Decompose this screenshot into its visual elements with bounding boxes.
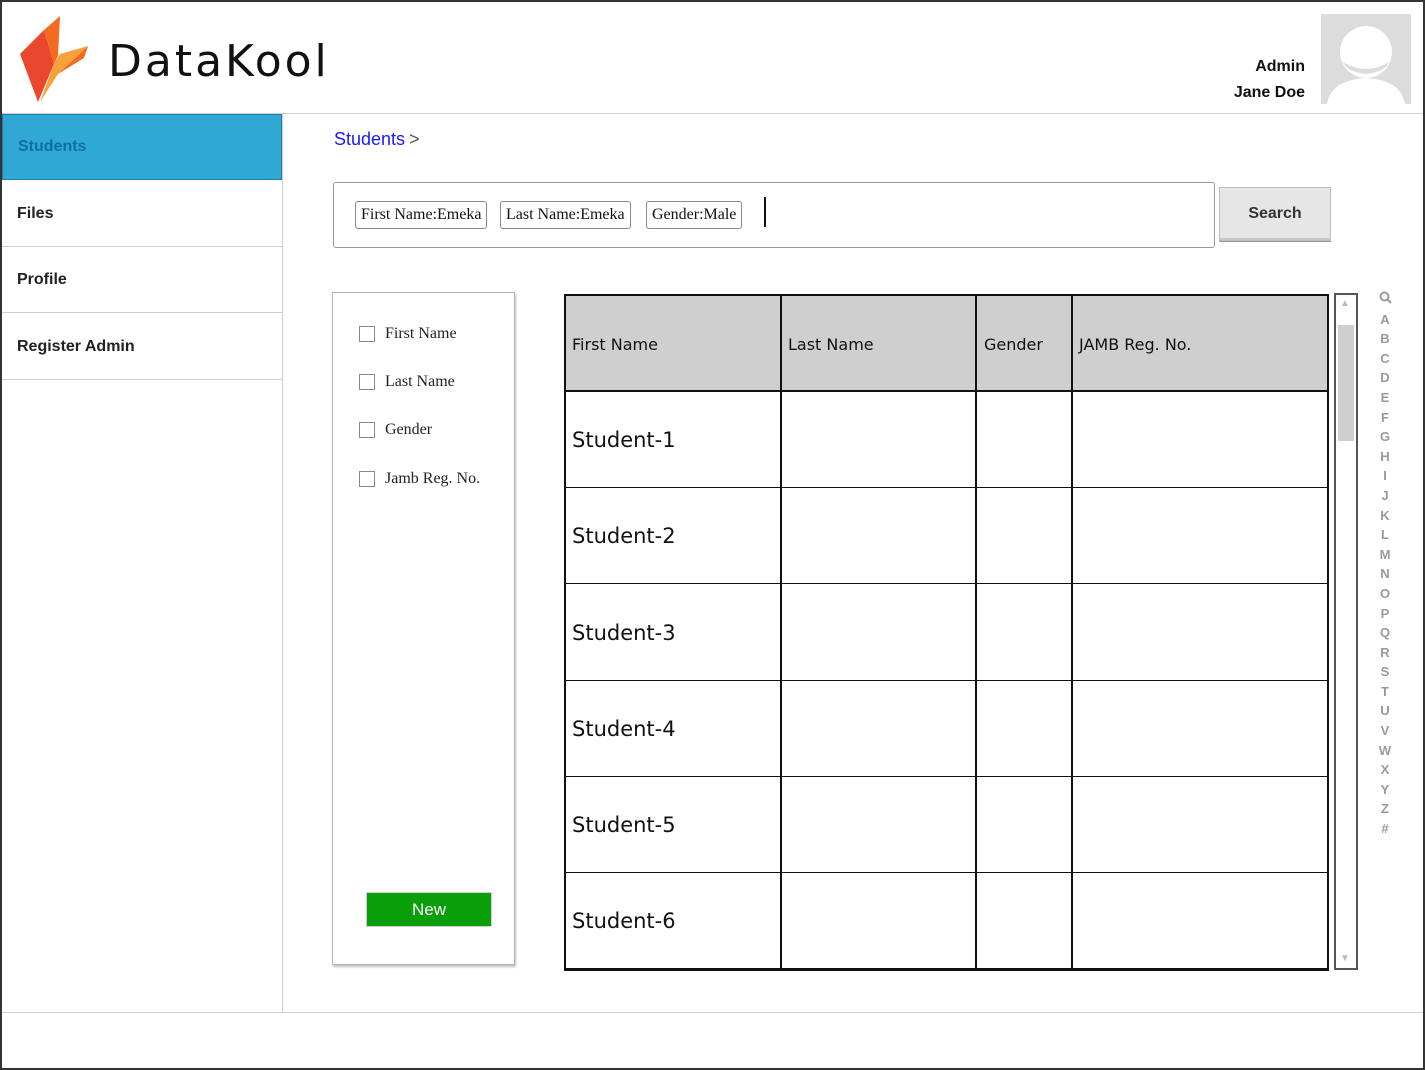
header: DataKool Admin Jane Doe bbox=[2, 2, 1423, 114]
scroll-up-arrow-icon[interactable]: ▲ bbox=[1340, 298, 1350, 309]
cell-first-name: Student-1 bbox=[572, 428, 676, 452]
cell-first-name: Student-4 bbox=[572, 717, 676, 741]
index-letter-a[interactable]: A bbox=[1374, 310, 1396, 330]
students-table: First Name Last Name Gender JAMB Reg. No… bbox=[564, 294, 1329, 971]
index-letter-m[interactable]: M bbox=[1374, 545, 1396, 565]
scroll-down-arrow-icon[interactable]: ▼ bbox=[1340, 953, 1350, 964]
index-letter-d[interactable]: D bbox=[1374, 368, 1396, 388]
alphabet-index: A B C D E F G H I J K L M N O P Q R S T U V W X Y Z # bbox=[1374, 290, 1396, 839]
last-name-checkbox[interactable] bbox=[359, 374, 375, 390]
index-letter-x[interactable]: X bbox=[1374, 760, 1396, 780]
sidebar-item-profile[interactable]: Profile bbox=[2, 247, 282, 313]
filter-option-jamb-reg-no[interactable]: Jamb Reg. No. bbox=[359, 470, 480, 488]
index-letter-c[interactable]: C bbox=[1374, 349, 1396, 369]
search-button[interactable]: Search bbox=[1219, 187, 1331, 241]
column-header-gender[interactable]: Gender bbox=[978, 296, 1072, 392]
column-filter-panel: First Name Last Name Gender Jamb Reg. No… bbox=[332, 292, 515, 965]
column-divider bbox=[975, 296, 977, 969]
table-row[interactable]: Student-2 bbox=[566, 488, 1327, 584]
breadcrumb-separator: > bbox=[409, 129, 420, 149]
index-letter-i[interactable]: I bbox=[1374, 466, 1396, 486]
first-name-checkbox[interactable] bbox=[359, 326, 375, 342]
index-letter-v[interactable]: V bbox=[1374, 721, 1396, 741]
index-letter-p[interactable]: P bbox=[1374, 604, 1396, 624]
index-letter-h[interactable]: H bbox=[1374, 447, 1396, 467]
index-letter-y[interactable]: Y bbox=[1374, 780, 1396, 800]
footer-divider bbox=[2, 1012, 1423, 1013]
index-letter-u[interactable]: U bbox=[1374, 701, 1396, 721]
sidebar-item-register-admin[interactable]: Register Admin bbox=[2, 314, 282, 380]
column-divider bbox=[780, 296, 782, 969]
index-letter-t[interactable]: T bbox=[1374, 682, 1396, 702]
filter-option-last-name[interactable]: Last Name bbox=[359, 373, 455, 391]
table-row[interactable]: Student-1 bbox=[566, 392, 1327, 488]
filter-option-gender[interactable]: Gender bbox=[359, 421, 432, 439]
filter-chip-first-name[interactable]: First Name:Emeka bbox=[355, 201, 488, 229]
filter-option-first-name[interactable]: First Name bbox=[359, 325, 457, 343]
cell-first-name: Student-5 bbox=[572, 813, 676, 837]
filter-chip-last-name[interactable]: Last Name:Emeka bbox=[500, 201, 631, 229]
index-letter-o[interactable]: O bbox=[1374, 584, 1396, 604]
user-avatar-icon bbox=[1321, 14, 1411, 104]
index-letter-w[interactable]: W bbox=[1374, 741, 1396, 761]
jamb-reg-no-checkbox[interactable] bbox=[359, 471, 375, 487]
index-letter-b[interactable]: B bbox=[1374, 329, 1396, 349]
index-letter-q[interactable]: Q bbox=[1374, 623, 1396, 643]
index-search-icon[interactable] bbox=[1374, 290, 1396, 310]
filter-option-label: First Name bbox=[385, 325, 457, 342]
sidebar: Students Files Profile Register Admin bbox=[2, 114, 283, 1012]
filter-chip-gender[interactable]: Gender:Male bbox=[646, 201, 743, 229]
search-input[interactable]: First Name:Emeka Last Name:Emeka Gender:… bbox=[333, 182, 1215, 248]
index-letter-l[interactable]: L bbox=[1374, 525, 1396, 545]
index-letter-z[interactable]: Z bbox=[1374, 799, 1396, 819]
sidebar-item-files[interactable]: Files bbox=[2, 181, 282, 247]
text-caret bbox=[764, 197, 766, 227]
cell-first-name: Student-3 bbox=[572, 621, 676, 645]
user-role: Admin bbox=[1255, 58, 1305, 75]
scroll-thumb[interactable] bbox=[1338, 325, 1354, 441]
brand-name: DataKool bbox=[108, 36, 330, 87]
avatar[interactable] bbox=[1321, 14, 1411, 104]
index-letter-s[interactable]: S bbox=[1374, 662, 1396, 682]
index-letter-r[interactable]: R bbox=[1374, 643, 1396, 663]
table-row[interactable]: Student-6 bbox=[566, 873, 1327, 969]
sidebar-item-students[interactable]: Students bbox=[2, 114, 282, 180]
cell-first-name: Student-6 bbox=[572, 909, 676, 933]
breadcrumb-students-link[interactable]: Students bbox=[334, 129, 405, 149]
cell-first-name: Student-2 bbox=[572, 524, 676, 548]
datakool-logo-icon bbox=[20, 16, 88, 102]
gender-checkbox[interactable] bbox=[359, 422, 375, 438]
breadcrumb: Students > bbox=[334, 129, 420, 150]
new-button[interactable]: New bbox=[366, 892, 492, 927]
index-letter-e[interactable]: E bbox=[1374, 388, 1396, 408]
index-letter-n[interactable]: N bbox=[1374, 564, 1396, 584]
index-letter-g[interactable]: G bbox=[1374, 427, 1396, 447]
filter-option-label: Last Name bbox=[385, 373, 455, 390]
table-row[interactable]: Student-3 bbox=[566, 585, 1327, 681]
index-letter-hash[interactable]: # bbox=[1374, 819, 1396, 839]
index-letter-j[interactable]: J bbox=[1374, 486, 1396, 506]
table-row[interactable]: Student-5 bbox=[566, 777, 1327, 873]
column-header-first-name[interactable]: First Name bbox=[566, 296, 780, 392]
column-header-jamb-reg-no[interactable]: JAMB Reg. No. bbox=[1073, 296, 1327, 392]
column-divider bbox=[1071, 296, 1073, 969]
filter-option-label: Jamb Reg. No. bbox=[385, 470, 481, 487]
table-row[interactable]: Student-4 bbox=[566, 681, 1327, 777]
index-letter-f[interactable]: F bbox=[1374, 408, 1396, 428]
column-header-last-name[interactable]: Last Name bbox=[782, 296, 976, 392]
user-name: Jane Doe bbox=[1233, 84, 1305, 101]
filter-option-label: Gender bbox=[385, 421, 433, 438]
table-scrollbar[interactable]: ▲ ▼ bbox=[1334, 293, 1358, 970]
index-letter-k[interactable]: K bbox=[1374, 506, 1396, 526]
table-header: First Name Last Name Gender JAMB Reg. No… bbox=[566, 296, 1327, 392]
